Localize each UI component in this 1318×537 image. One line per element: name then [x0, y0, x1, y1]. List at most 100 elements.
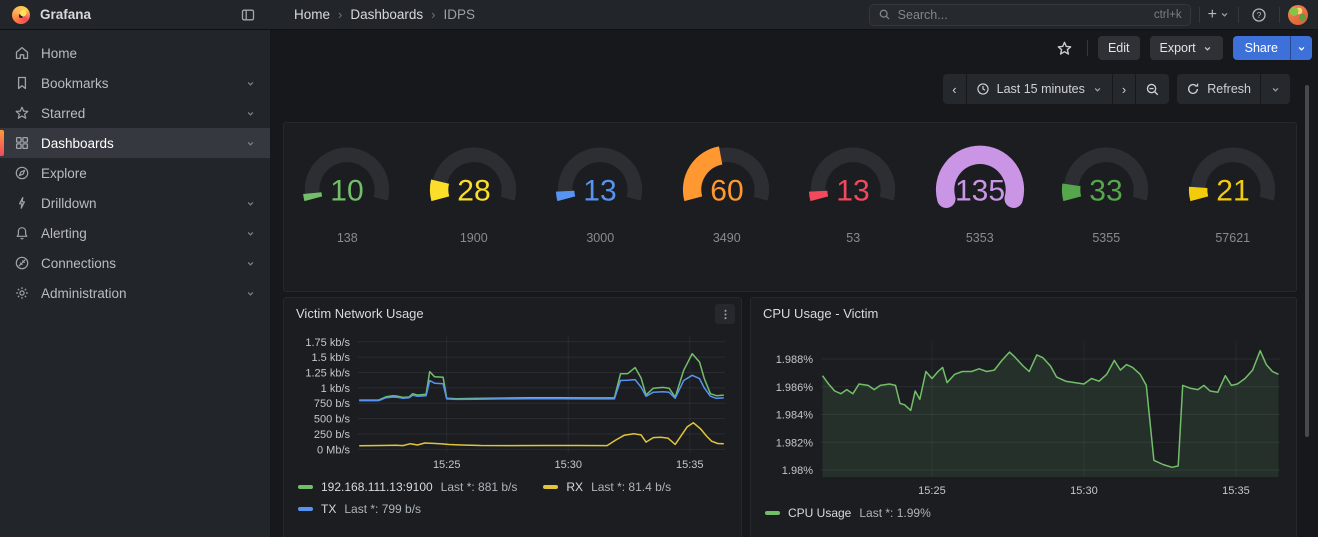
share-dropdown-caret[interactable]	[1290, 36, 1312, 60]
refresh-icon	[1188, 83, 1199, 94]
refresh-button[interactable]: Refresh	[1177, 74, 1260, 104]
gauge-arc: 21	[1188, 147, 1275, 207]
network-legend: 192.168.111.13:9100 Last *: 881 b/s RX Last…	[284, 476, 741, 516]
chevron-down-icon[interactable]	[245, 78, 256, 89]
chevron-down-icon[interactable]	[245, 228, 256, 239]
legend-swatch	[543, 485, 559, 489]
gauge-arc: 10	[303, 147, 390, 207]
legend-item-tx[interactable]: TX Last *: 799 b/s	[298, 502, 421, 516]
time-shift-back-button[interactable]: ‹	[943, 74, 966, 104]
time-shift-forward-button[interactable]: ›	[1112, 74, 1136, 104]
share-button-label: Share	[1244, 41, 1278, 55]
gauge-port-138: 10 138	[284, 133, 411, 245]
gauge-panel: 10 138 28 1900 13 3000 60 3490 13 53 135 5353 33 5355…	[283, 122, 1297, 292]
time-range-picker[interactable]: Last 15 minutes	[966, 74, 1112, 104]
favorite-star-button[interactable]	[1053, 36, 1077, 60]
legend-row: TX Last *: 799 b/s	[298, 502, 729, 516]
gauge-field-label: 5353	[965, 231, 994, 245]
gauge-field-label: 57621	[1215, 231, 1251, 245]
gauge-port-3490: 60 3490	[664, 133, 791, 245]
edit-button-label: Edit	[1107, 41, 1130, 55]
chevron-down-icon	[1094, 87, 1101, 92]
chevron-down-icon[interactable]	[245, 288, 256, 299]
sidebar-item-label: Connections	[41, 255, 117, 271]
svg-text:1.98%: 1.98%	[782, 465, 813, 477]
sidebar-item-home[interactable]: Home	[0, 38, 270, 68]
gauge-port-5355: 33 5355	[1043, 133, 1170, 245]
gauge-port-53: 13 53	[790, 133, 917, 245]
gauge-field-label: 3000	[586, 231, 615, 245]
svg-text:15:35: 15:35	[1222, 485, 1250, 497]
refresh-interval-caret[interactable]	[1261, 74, 1290, 104]
share-button[interactable]: Share	[1232, 36, 1290, 60]
chevron-down-icon[interactable]	[245, 138, 256, 149]
dashboard-actions-toolbar: Edit Export Share	[270, 30, 1318, 66]
sidebar-item-label: Drilldown	[41, 195, 97, 211]
navigation-sidebar: Home Bookmarks Starred Dashboards Explore Dri…	[0, 30, 270, 537]
sidebar-item-bookmarks[interactable]: Bookmarks	[0, 68, 270, 98]
grafana-logo[interactable]	[12, 5, 30, 24]
breadcrumb-current-idps[interactable]: IDPS	[444, 7, 476, 22]
gauge-field-label: 5355	[1092, 231, 1121, 245]
sidebar-item-label: Administration	[41, 285, 127, 301]
chevron-down-icon	[1272, 87, 1279, 92]
sidebar-item-alerting[interactable]: Alerting	[0, 218, 270, 248]
vertical-scrollbar-thumb[interactable]	[1305, 85, 1309, 437]
bell-icon	[14, 225, 30, 241]
chevron-down-icon[interactable]	[245, 258, 256, 269]
sidebar-item-label: Alerting	[41, 225, 87, 241]
user-avatar[interactable]	[1288, 4, 1308, 25]
chevron-down-icon	[1204, 46, 1210, 51]
sidebar-item-explore[interactable]: Explore	[0, 158, 270, 188]
svg-text:750 b/s: 750 b/s	[314, 398, 351, 410]
legend-series-value: Last *: 799 b/s	[344, 502, 422, 516]
legend-item-rx[interactable]: RX Last *: 81.4 b/s	[543, 480, 671, 494]
chevron-down-icon[interactable]	[245, 108, 256, 119]
legend-item-192-168-111-13-9100[interactable]: 192.168.111.13:9100 Last *: 881 b/s	[298, 480, 517, 494]
svg-text:1.75 kb/s: 1.75 kb/s	[305, 337, 350, 349]
time-controls-toolbar: ‹ Last 15 minutes › Refresh	[270, 66, 1318, 112]
new-button[interactable]: +	[1208, 6, 1230, 23]
legend-row: 192.168.111.13:9100 Last *: 881 b/s RX Last…	[298, 480, 729, 494]
legend-item-cpu-usage[interactable]: CPU Usage Last *: 1.99%	[765, 506, 931, 520]
help-icon: ?	[1252, 7, 1266, 22]
gauge-arc: 135	[935, 145, 1024, 208]
svg-text:?: ?	[1257, 10, 1262, 20]
gauge-arc: 33	[1062, 147, 1149, 207]
compass-icon	[14, 165, 30, 181]
edit-button[interactable]: Edit	[1097, 36, 1140, 60]
export-button[interactable]: Export	[1149, 36, 1223, 60]
gauge-port-1900: 28 1900	[411, 133, 538, 245]
svg-text:33: 33	[1090, 174, 1123, 207]
legend-series-value: Last *: 881 b/s	[440, 480, 518, 494]
help-button[interactable]: ?	[1247, 3, 1271, 27]
topbar-left-section: Grafana	[0, 3, 270, 27]
magnifier-minus-icon	[1146, 83, 1159, 95]
cpu-usage-victim-panel: CPU Usage - Victim 1.988% 1.986% 1.984% 1.9…	[750, 297, 1297, 537]
gauge-field-label: 3490	[712, 231, 741, 245]
panel-title[interactable]: Victim Network Usage	[284, 298, 741, 325]
refresh-group: Refresh	[1177, 74, 1290, 104]
svg-text:13: 13	[584, 174, 617, 207]
sidebar-item-connections[interactable]: Connections	[0, 248, 270, 278]
divider	[1238, 6, 1239, 23]
svg-text:1.986%: 1.986%	[776, 382, 814, 394]
chevron-down-icon[interactable]	[245, 198, 256, 209]
sidebar-item-administration[interactable]: Administration	[0, 278, 270, 308]
dock-sidebar-toggle[interactable]	[236, 3, 260, 27]
cpu-chart[interactable]: 1.988% 1.986% 1.984% 1.982% 1.98% 15:25 15:30 1…	[751, 325, 1296, 502]
plug-icon	[14, 255, 30, 271]
sidebar-item-drilldown[interactable]: Drilldown	[0, 188, 270, 218]
breadcrumb-home[interactable]: Home	[294, 7, 330, 22]
sidebar-item-starred[interactable]: Starred	[0, 98, 270, 128]
legend-swatch	[765, 511, 780, 515]
home-icon	[14, 45, 30, 61]
search-input[interactable]: Search... ctrl+k	[868, 3, 1191, 26]
panel-menu-button[interactable]	[715, 304, 735, 324]
sidebar-item-dashboards[interactable]: Dashboards	[0, 128, 270, 158]
network-chart[interactable]: 1.75 kb/s 1.5 kb/s 1.25 kb/s 1 kb/s 750 b/s 5…	[284, 325, 741, 476]
breadcrumb-dashboards[interactable]: Dashboards	[350, 7, 423, 22]
panel-title[interactable]: CPU Usage - Victim	[751, 298, 1296, 325]
svg-text:28: 28	[457, 174, 490, 207]
zoom-out-time-button[interactable]	[1136, 74, 1170, 104]
